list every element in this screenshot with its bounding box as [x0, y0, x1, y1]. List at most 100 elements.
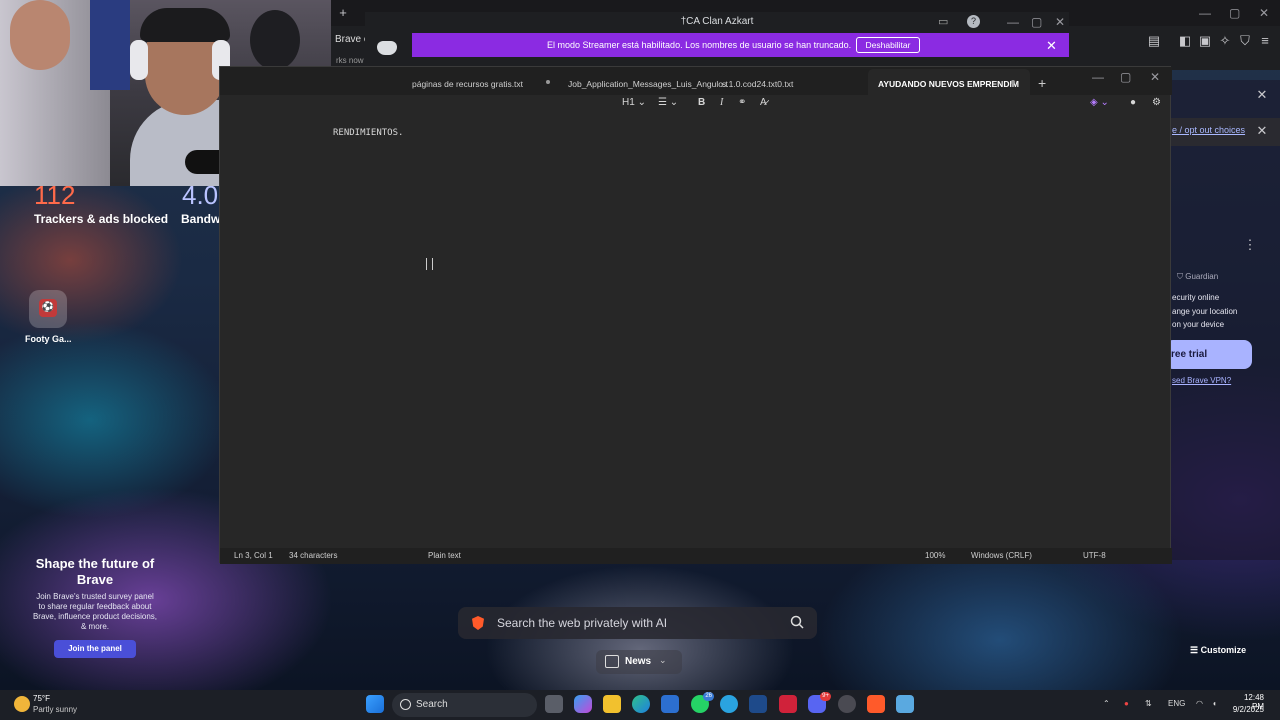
minimize-icon[interactable]: —	[1092, 70, 1104, 84]
top-site-tile[interactable]: ⚽	[29, 290, 67, 328]
help-icon[interactable]: ?	[967, 15, 980, 28]
tab-active[interactable]: AYUDANDO NUEVOS EMPRENDIM	[878, 79, 1019, 89]
unsaved-dot-icon	[1011, 80, 1015, 84]
news-label: News	[625, 656, 652, 667]
sidebar-icon[interactable]: ◧	[1178, 34, 1192, 48]
search-input[interactable]: Search the web privately with AI	[497, 616, 667, 630]
brave-icon[interactable]	[867, 695, 885, 713]
start-button-icon[interactable]	[366, 695, 384, 713]
vpn-link[interactable]: sed Brave VPN?	[1172, 376, 1231, 385]
taskbar-search[interactable]: Search	[392, 693, 537, 717]
text-editor[interactable]: RENDIMIENTOS.	[220, 117, 1172, 547]
vpn-text-line: on your device	[1172, 320, 1225, 329]
gear-icon[interactable]: ⚙	[1152, 97, 1161, 108]
clear-format-icon[interactable]: A̷	[760, 97, 767, 108]
guardian-label: ⛉ Guardian	[1177, 272, 1219, 281]
survey-title: Shape the future of Brave	[35, 556, 155, 587]
close-banner-icon[interactable]: ✕	[1046, 38, 1057, 54]
photos-icon[interactable]	[749, 695, 767, 713]
account-icon[interactable]: ●	[1130, 97, 1136, 108]
telegram-icon[interactable]	[720, 695, 738, 713]
clock-date[interactable]: 9/2/2025	[1228, 705, 1264, 714]
maximize-icon[interactable]: ▢	[1120, 70, 1131, 84]
notepad-window: páginas de recursos gratis.txt Job_Appli…	[219, 66, 1172, 564]
news-icon	[605, 655, 619, 668]
new-tab-plus-icon[interactable]: +	[336, 6, 350, 20]
notepad-icon[interactable]	[896, 695, 914, 713]
leo-ai-icon[interactable]: ✧	[1218, 34, 1232, 48]
news-button[interactable]: News ⌄	[596, 650, 682, 674]
search-icon	[400, 699, 411, 710]
volume-icon[interactable]: ◖	[1212, 699, 1217, 708]
close-icon[interactable]: ✕	[1055, 15, 1065, 29]
tab-label[interactable]: Brave c	[335, 34, 369, 45]
tab[interactable]: s.1.0.cod24.txt0.txt	[722, 79, 793, 89]
format-mode[interactable]: Plain text	[428, 551, 461, 560]
italic-icon[interactable]: I	[720, 97, 723, 108]
close-banner-icon[interactable]: ✕	[1255, 124, 1269, 138]
obs-icon[interactable]	[838, 695, 856, 713]
top-site-label[interactable]: Footy Ga...	[25, 334, 72, 344]
close-icon[interactable]: ✕	[1259, 6, 1269, 20]
taskbar-search-label: Search	[416, 699, 448, 710]
character-count: 34 characters	[289, 551, 338, 560]
store-icon[interactable]	[661, 695, 679, 713]
bold-icon[interactable]: B	[698, 97, 705, 108]
file-explorer-icon[interactable]	[603, 695, 621, 713]
shield-icon[interactable]: ⛉	[1238, 34, 1252, 48]
discord-title: †CA Clan Azkart	[680, 16, 754, 27]
edge-icon[interactable]	[632, 695, 650, 713]
task-view-icon[interactable]	[545, 695, 563, 713]
vpn-text-line: ange your location	[1172, 307, 1238, 316]
wallet-icon[interactable]: ▣	[1198, 34, 1212, 48]
reader-mode-icon[interactable]: ▤	[1147, 34, 1161, 48]
tray-app-icon[interactable]: ●	[1124, 699, 1129, 708]
minimize-icon[interactable]: —	[1199, 6, 1211, 20]
maximize-icon[interactable]: ▢	[1031, 15, 1042, 29]
whatsapp-badge: 26	[703, 692, 714, 701]
close-panel-icon[interactable]: ✕	[1255, 88, 1269, 102]
network-activity-icon[interactable]: ⇅	[1145, 699, 1152, 708]
footy-games-icon: ⚽	[39, 299, 57, 317]
customize-button[interactable]: ☰ Customize	[1190, 645, 1246, 656]
list-icon[interactable]: ☰ ⌄	[658, 97, 678, 108]
inbox-icon[interactable]: ▭	[938, 15, 948, 28]
survey-body: Join Brave's trusted survey panel to sha…	[32, 592, 158, 631]
minimize-icon[interactable]: —	[1007, 15, 1019, 29]
discord-icon[interactable]: 9+	[808, 692, 831, 713]
encoding[interactable]: UTF-8	[1083, 551, 1106, 560]
search-box[interactable]: Search the web privately with AI	[458, 607, 817, 639]
discord-logo-icon[interactable]	[377, 41, 397, 55]
zoom-level[interactable]: 100%	[925, 551, 945, 560]
vpn-trial-button[interactable]: ree trial	[1165, 340, 1252, 369]
chevron-up-icon[interactable]: ⌃	[1103, 699, 1110, 708]
heading-dropdown[interactable]: H1 ⌄	[622, 97, 646, 108]
wifi-icon[interactable]: ◠	[1196, 699, 1203, 708]
tab[interactable]: Job_Application_Messages_Luis_Angulo.t	[568, 79, 728, 89]
join-panel-button[interactable]: Join the panel	[54, 640, 136, 658]
wps-office-icon[interactable]	[779, 695, 797, 713]
new-tab-plus-icon[interactable]: +	[1038, 75, 1046, 91]
more-options-icon[interactable]: ⋮	[1243, 238, 1257, 252]
status-bar: Ln 3, Col 1 34 characters Plain text 100…	[220, 548, 1172, 564]
language-indicator[interactable]: ENG	[1168, 699, 1185, 708]
close-icon[interactable]: ✕	[1150, 70, 1160, 84]
whatsapp-icon[interactable]: 26	[691, 692, 714, 713]
disable-streamer-button[interactable]: Deshabilitar	[856, 37, 920, 53]
url-fragment: rks now	[336, 56, 364, 65]
menu-icon[interactable]: ≡	[1258, 34, 1272, 48]
copilot-icon[interactable]: ◈ ⌄	[1090, 97, 1109, 108]
search-icon[interactable]	[789, 614, 805, 630]
vpn-text-line: ecurity online	[1172, 293, 1220, 302]
privacy-link[interactable]: e / opt out choices	[1172, 125, 1245, 135]
discord-badge: 9+	[820, 692, 831, 701]
link-icon[interactable]: ⚭	[738, 97, 746, 108]
line-endings[interactable]: Windows (CRLF)	[971, 551, 1032, 560]
maximize-icon[interactable]: ▢	[1229, 6, 1240, 20]
weather-temp: 75°F	[33, 694, 50, 703]
editor-text-line: RENDIMIENTOS.	[333, 128, 404, 138]
copilot-icon[interactable]	[574, 695, 592, 713]
streamer-mode-text: El modo Streamer está habilitado. Los no…	[547, 40, 852, 50]
streamer-mode-banner: El modo Streamer está habilitado. Los no…	[412, 33, 1069, 57]
tab[interactable]: páginas de recursos gratis.txt	[412, 79, 523, 89]
